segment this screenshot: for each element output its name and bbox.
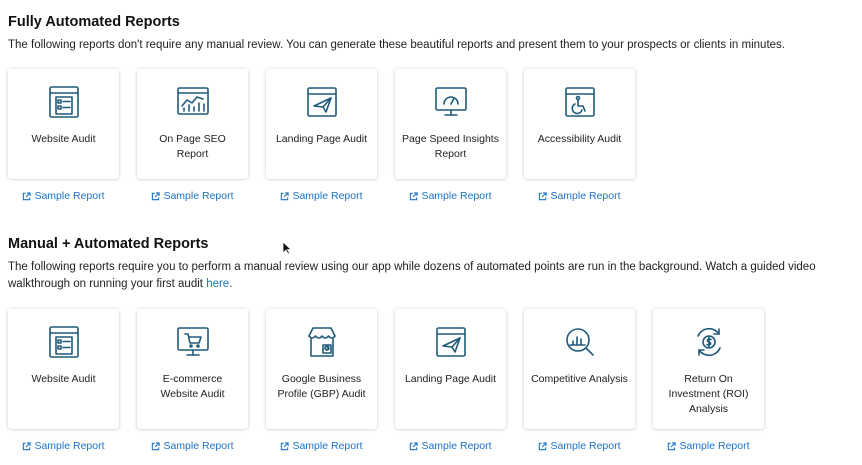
section-title: Manual + Automated Reports <box>8 236 209 252</box>
report-card-column: Landing Page Audit Sample Report <box>266 69 377 202</box>
report-card-label: Competitive Analysis <box>531 373 628 385</box>
report-card[interactable]: Landing Page Audit <box>395 309 506 429</box>
sample-report-link[interactable]: Sample Report <box>409 190 492 202</box>
landing-page-plane-icon <box>305 84 339 120</box>
sample-report-label: Sample Report <box>292 440 363 452</box>
report-card-column: Google Business Profile (GBP) Audit Sampl… <box>266 309 377 452</box>
external-link-icon <box>22 441 32 451</box>
external-link-icon <box>280 191 290 201</box>
external-link-icon <box>22 191 32 201</box>
website-audit-icon <box>47 324 81 360</box>
sample-report-link[interactable]: Sample Report <box>22 440 105 452</box>
report-card[interactable]: Website Audit <box>8 69 119 179</box>
sample-report-label: Sample Report <box>292 190 363 202</box>
report-card-column: Landing Page Audit Sample Report <box>395 309 506 452</box>
sample-report-label: Sample Report <box>34 440 105 452</box>
sample-report-label: Sample Report <box>163 440 234 452</box>
mouse-cursor-icon <box>282 241 292 255</box>
report-card-label: Google Business Profile (GBP) Audit <box>277 373 366 400</box>
sample-report-label: Sample Report <box>421 190 492 202</box>
report-card-column: Return On Investment (ROI) Analysis Sampl… <box>653 309 764 452</box>
external-link-icon <box>151 441 161 451</box>
seo-chart-icon <box>176 84 210 120</box>
manual-automated-section: Manual + Automated Reports The following… <box>8 234 862 452</box>
report-card[interactable]: Accessibility Audit <box>524 69 635 179</box>
landing-page-plane-icon <box>434 324 468 360</box>
report-card-label: Website Audit <box>31 373 96 385</box>
report-card-column: Website Audit Sample Report <box>8 69 119 202</box>
report-cards: Website Audit Sample Report E-commerce Web… <box>8 309 764 452</box>
sample-report-label: Sample Report <box>679 440 750 452</box>
external-link-icon <box>409 441 419 451</box>
section-description: The following reports don't require any … <box>8 39 785 51</box>
roi-dollar-icon <box>692 324 726 360</box>
section-description: The following reports require you to per… <box>8 259 862 293</box>
external-link-icon <box>280 441 290 451</box>
sample-report-label: Sample Report <box>550 440 621 452</box>
report-card-column: Competitive Analysis Sample Report <box>524 309 635 452</box>
report-card-column: E-commerce Website Audit Sample Report <box>137 309 248 452</box>
sample-report-link[interactable]: Sample Report <box>280 190 363 202</box>
sample-report-label: Sample Report <box>421 440 492 452</box>
report-cards: Website Audit Sample Report On Page SEO Re… <box>8 69 635 202</box>
report-card-label: Page Speed Insights Report <box>402 133 499 160</box>
sample-report-label: Sample Report <box>34 190 105 202</box>
external-link-icon <box>538 441 548 451</box>
report-card[interactable]: Page Speed Insights Report <box>395 69 506 179</box>
sample-report-label: Sample Report <box>163 190 234 202</box>
report-card-label: On Page SEO Report <box>159 133 226 160</box>
sample-report-link[interactable]: Sample Report <box>151 190 234 202</box>
report-card[interactable]: Return On Investment (ROI) Analysis <box>653 309 764 429</box>
website-audit-icon <box>47 84 81 120</box>
description-suffix: . <box>229 278 233 290</box>
report-card-column: Page Speed Insights Report Sample Report <box>395 69 506 202</box>
sample-report-link[interactable]: Sample Report <box>280 440 363 452</box>
report-card[interactable]: On Page SEO Report <box>137 69 248 179</box>
sample-report-link[interactable]: Sample Report <box>409 440 492 452</box>
storefront-icon <box>305 324 339 360</box>
report-card-label: Website Audit <box>31 133 96 145</box>
report-card[interactable]: Competitive Analysis <box>524 309 635 429</box>
external-link-icon <box>538 191 548 201</box>
sample-report-link[interactable]: Sample Report <box>538 440 621 452</box>
report-card[interactable]: Website Audit <box>8 309 119 429</box>
report-card[interactable]: E-commerce Website Audit <box>137 309 248 429</box>
sample-report-label: Sample Report <box>550 190 621 202</box>
report-card[interactable]: Landing Page Audit <box>266 69 377 179</box>
report-card-label: Accessibility Audit <box>537 133 622 145</box>
fully-automated-section: Fully Automated Reports The following re… <box>8 12 862 202</box>
external-link-icon <box>667 441 677 451</box>
section-title: Fully Automated Reports <box>8 14 180 30</box>
report-card-label: E-commerce Website Audit <box>160 373 225 400</box>
report-card[interactable]: Google Business Profile (GBP) Audit <box>266 309 377 429</box>
external-link-icon <box>409 191 419 201</box>
ecommerce-cart-icon <box>176 324 210 360</box>
sample-report-link[interactable]: Sample Report <box>151 440 234 452</box>
walkthrough-link[interactable]: here <box>206 278 229 290</box>
speedometer-icon <box>434 84 468 120</box>
report-card-column: On Page SEO Report Sample Report <box>137 69 248 202</box>
accessibility-icon <box>563 84 597 120</box>
magnifier-chart-icon <box>563 324 597 360</box>
report-card-label: Landing Page Audit <box>275 133 368 145</box>
report-card-column: Accessibility Audit Sample Report <box>524 69 635 202</box>
external-link-icon <box>151 191 161 201</box>
sample-report-link[interactable]: Sample Report <box>22 190 105 202</box>
sample-report-link[interactable]: Sample Report <box>667 440 750 452</box>
report-card-label: Return On Investment (ROI) Analysis <box>668 373 749 415</box>
description-text: The following reports require you to per… <box>8 261 816 290</box>
report-card-label: Landing Page Audit <box>404 373 497 385</box>
sample-report-link[interactable]: Sample Report <box>538 190 621 202</box>
report-card-column: Website Audit Sample Report <box>8 309 119 452</box>
